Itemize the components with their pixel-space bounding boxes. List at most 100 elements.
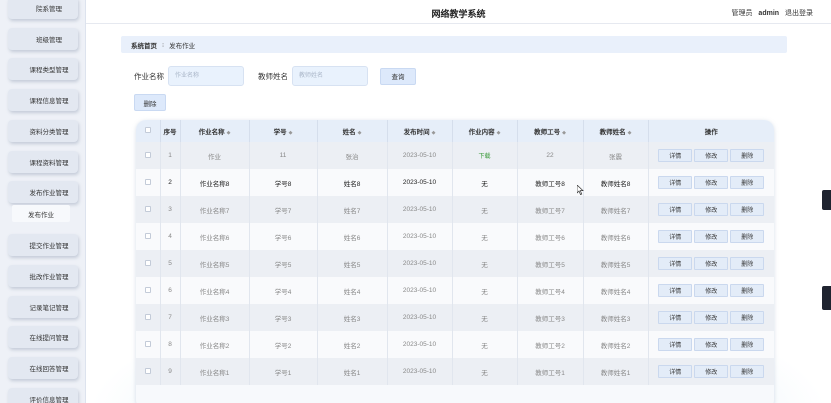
sidebar-item-class[interactable]: 班级管理 — [8, 28, 78, 50]
sidebar-item-course-material[interactable]: 课程资料管理 — [8, 151, 78, 173]
edit-button[interactable]: 修改 — [694, 284, 729, 297]
row-checkbox[interactable] — [144, 367, 151, 374]
row-checkbox[interactable] — [144, 286, 151, 293]
sidebar-item-questions[interactable]: 在线提问管理 — [8, 326, 78, 348]
cell-student-name: 姓名5 — [317, 250, 388, 277]
row-checkbox[interactable] — [144, 205, 151, 212]
cell-name: 作业名称5 — [180, 250, 250, 277]
delete-button[interactable]: 删除 — [730, 230, 765, 243]
cell-teacher-no: 教师工号6 — [517, 223, 584, 250]
detail-button[interactable]: 详情 — [658, 311, 693, 324]
sort-icon[interactable]: ◆ — [497, 130, 501, 136]
cell-student-no: 学号2 — [249, 331, 318, 358]
sidebar-item-course-type[interactable]: 课程类型管理 — [8, 58, 78, 80]
sort-icon[interactable]: ◆ — [562, 130, 566, 136]
cell-teacher-no: 教师工号7 — [517, 196, 584, 223]
sort-icon[interactable]: ◆ — [628, 130, 632, 136]
delete-button[interactable]: 删除 — [730, 203, 765, 216]
sidebar-item-notes[interactable]: 记录笔记管理 — [8, 296, 78, 318]
homework-name-input[interactable] — [168, 66, 244, 86]
cell-actions: 详情 修改 删除 — [648, 304, 774, 331]
cell-name: 作业名称3 — [180, 304, 250, 331]
detail-button[interactable]: 详情 — [658, 149, 693, 162]
detail-button[interactable]: 详情 — [658, 203, 693, 216]
sidebar-item-course-info[interactable]: 课程信息管理 — [8, 89, 78, 111]
detail-button[interactable]: 详情 — [658, 284, 693, 297]
column-header-student-name[interactable]: 姓名 ◆ — [317, 120, 388, 142]
column-header-name[interactable]: 作业名称 ◆ — [180, 120, 250, 142]
download-link[interactable]: 下载 — [478, 154, 490, 160]
detail-button[interactable]: 详情 — [658, 230, 693, 243]
row-checkbox[interactable] — [144, 232, 151, 239]
sort-icon[interactable]: ◆ — [358, 130, 362, 136]
column-header-publish-time[interactable]: 发布时间 ◆ — [387, 120, 453, 142]
edit-button[interactable]: 修改 — [694, 176, 729, 189]
sidebar-item-submit-homework[interactable]: 提交作业管理 — [8, 234, 78, 256]
row-checkbox[interactable] — [144, 313, 151, 320]
sidebar-item-publish-homework[interactable]: 发布作业管理 — [8, 181, 78, 203]
search-button[interactable]: 查询 — [380, 67, 416, 85]
cell-teacher-no: 教师工号5 — [517, 250, 584, 277]
table-row: 4 作业名称6 学号6 姓名6 2023-05-10 无 教师工号6 教师姓名6… — [136, 223, 774, 250]
cell-content: 无 — [452, 196, 518, 223]
row-checkbox[interactable] — [144, 340, 151, 347]
cell-actions: 详情 修改 删除 — [648, 250, 774, 277]
edit-button[interactable]: 修改 — [694, 311, 729, 324]
logout-link[interactable]: 退出登录 — [785, 10, 813, 17]
detail-button[interactable]: 详情 — [658, 176, 693, 189]
detail-button[interactable]: 详情 — [658, 257, 693, 270]
breadcrumb-home[interactable]: 系统首页 — [131, 40, 157, 50]
cell-name: 作业名称6 — [180, 223, 250, 250]
sort-icon[interactable]: ◆ — [289, 130, 293, 136]
column-header-student-no[interactable]: 学号 ◆ — [249, 120, 318, 142]
edit-button[interactable]: 修改 — [694, 257, 729, 270]
cell-actions: 详情 修改 删除 — [648, 169, 774, 196]
delete-button[interactable]: 删除 — [730, 338, 765, 351]
sidebar-item-material-category[interactable]: 资料分类管理 — [8, 120, 78, 142]
delete-button[interactable]: 删除 — [730, 176, 765, 189]
column-header-content[interactable]: 作业内容 ◆ — [452, 120, 518, 142]
breadcrumb-current: 发布作业 — [169, 42, 196, 50]
select-all-checkbox[interactable] — [144, 127, 151, 133]
sidebar-subitem-publish-homework[interactable]: 发布作业 — [12, 205, 70, 222]
top-header: 网络教学系统 管理员 admin 退出登录 — [86, 0, 831, 24]
homework-name-label: 作业名称 — [134, 71, 164, 81]
sort-icon[interactable]: ◆ — [432, 130, 436, 136]
user-role: 管理员 — [731, 10, 753, 17]
edit-button[interactable]: 修改 — [694, 203, 729, 216]
delete-button[interactable]: 删除 — [730, 257, 765, 270]
edit-button[interactable]: 修改 — [694, 230, 729, 243]
sidebar-item-label: 评价信息管理 — [29, 397, 69, 403]
sidebar-item-department[interactable]: 院系管理 — [8, 0, 78, 19]
row-checkbox[interactable] — [144, 151, 151, 158]
teacher-name-input[interactable] — [292, 66, 368, 86]
sort-icon[interactable]: ◆ — [227, 130, 231, 136]
breadcrumb: 系统首页 ⁝ 发布作业 — [121, 36, 787, 53]
detail-button[interactable]: 详情 — [658, 365, 693, 378]
sidebar-item-answers[interactable]: 在线回答管理 — [8, 357, 78, 379]
cell-index: 9 — [160, 358, 181, 385]
delete-button[interactable]: 删除 — [730, 284, 765, 297]
edit-button[interactable]: 修改 — [694, 338, 729, 351]
cell-content: 无 — [452, 358, 518, 385]
row-checkbox[interactable] — [144, 259, 151, 266]
column-header-teacher-name[interactable]: 教师姓名 ◆ — [583, 120, 649, 142]
delete-button[interactable]: 删除 — [730, 311, 765, 324]
batch-delete-button[interactable]: 删除 — [134, 94, 166, 111]
cell-student-name: 姓名4 — [317, 277, 388, 304]
edit-button[interactable]: 修改 — [694, 365, 729, 378]
side-panel-handle[interactable] — [822, 286, 831, 310]
sidebar-item-evaluation[interactable]: 评价信息管理 — [8, 388, 78, 403]
cell-actions: 详情 修改 删除 — [648, 277, 774, 304]
edit-button[interactable]: 修改 — [694, 149, 729, 162]
column-header-teacher-no[interactable]: 教师工号 ◆ — [517, 120, 584, 142]
detail-button[interactable]: 详情 — [658, 338, 693, 351]
sidebar-item-grade-homework[interactable]: 批改作业管理 — [8, 265, 78, 287]
cell-teacher-no: 教师工号8 — [517, 169, 584, 196]
delete-button[interactable]: 删除 — [730, 365, 765, 378]
row-checkbox[interactable] — [144, 178, 151, 185]
search-bar: 作业名称 教师姓名 查询 — [134, 66, 416, 86]
cell-publish-time: 2023-05-10 — [387, 358, 453, 385]
delete-button[interactable]: 删除 — [730, 149, 765, 162]
drawer-toggle-handle[interactable] — [822, 190, 831, 210]
